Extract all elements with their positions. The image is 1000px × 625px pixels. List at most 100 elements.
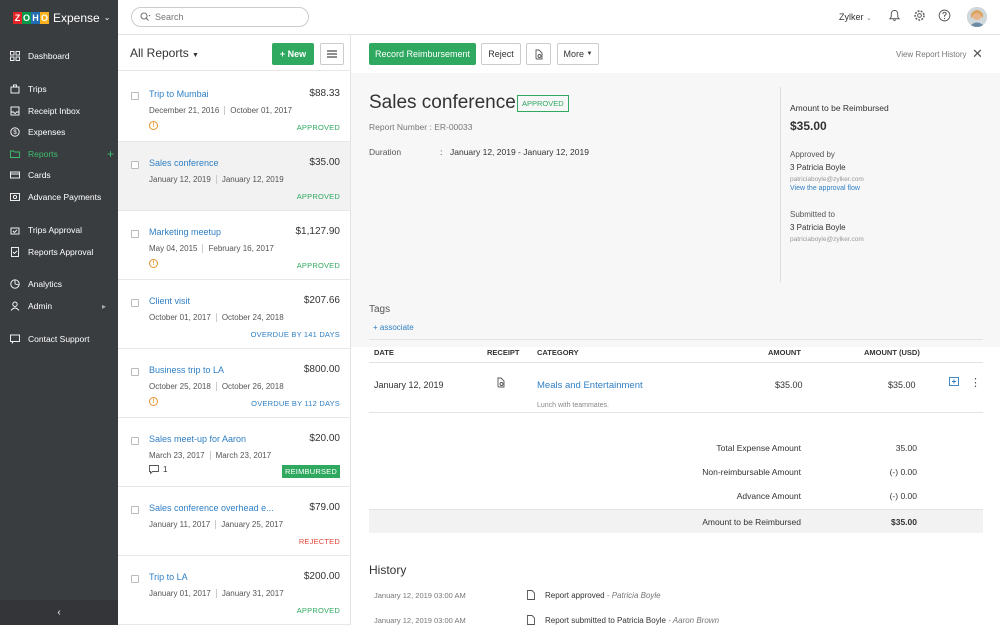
avatar[interactable] (967, 7, 987, 27)
select-checkbox[interactable] (131, 506, 139, 514)
expense-category-link[interactable]: Meals and Entertainment (537, 380, 643, 391)
status-badge: REJECTED (298, 537, 340, 546)
select-checkbox[interactable] (131, 92, 139, 100)
sidebar-item-expenses[interactable]: $ Expenses (0, 122, 118, 142)
search-input[interactable] (155, 12, 295, 22)
select-checkbox[interactable] (131, 437, 139, 445)
sidebar-item-advance-payments[interactable]: Advance Payments (0, 187, 118, 207)
list-header: All Reports ▼ (118, 35, 350, 71)
report-date-from: March 23, 2017 (149, 451, 205, 460)
list-item[interactable]: Sales meet-up for Aaron $20.00 March 23,… (118, 418, 350, 487)
expense-date: January 12, 2019 (374, 380, 444, 390)
list-view-selector[interactable]: All Reports ▼ (130, 46, 199, 60)
logo-letter: O (22, 11, 31, 24)
org-switcher[interactable]: Zylker ⌄ (839, 12, 872, 22)
reimbursement-amount: $35.00 (790, 119, 827, 133)
history-action: Report approved (545, 591, 605, 600)
receipt-icon[interactable] (496, 377, 506, 390)
sidebar-item-receipt-inbox[interactable]: Receipt Inbox (0, 101, 118, 121)
user-avatar-image (967, 7, 987, 27)
list-menu-button[interactable] (320, 43, 344, 65)
report-name[interactable]: Client visit (149, 296, 279, 306)
collapse-sidebar-button[interactable]: ‹ (0, 600, 118, 625)
list-item-selected[interactable]: Sales conference $35.00 January 12, 2019… (118, 142, 350, 211)
sidebar-item-contact-support[interactable]: Contact Support (0, 329, 118, 349)
history-actor: - Patricia Boyle (606, 591, 661, 600)
help-icon[interactable] (938, 9, 951, 22)
sidebar-item-analytics[interactable]: Analytics (0, 274, 118, 294)
list-item[interactable]: Sales conference overhead e... $79.00 Ja… (118, 487, 350, 556)
select-checkbox[interactable] (131, 575, 139, 583)
date-separator (202, 244, 204, 254)
sidebar-item-admin[interactable]: Admin ▸ (0, 296, 118, 316)
select-checkbox[interactable] (131, 368, 139, 376)
report-date-from: May 04, 2015 (149, 244, 198, 253)
chevron-right-icon: ▸ (101, 301, 106, 311)
close-icon[interactable]: ✕ (972, 46, 983, 62)
gear-icon[interactable] (913, 9, 926, 22)
report-name[interactable]: Sales meet-up for Aaron (149, 434, 279, 444)
select-checkbox[interactable] (131, 230, 139, 238)
associate-tags-link[interactable]: + associate (373, 323, 414, 332)
more-button[interactable]: More ▼ (557, 43, 599, 65)
add-report-icon[interactable]: + (107, 147, 114, 161)
report-dates: January 12, 2019 January 12, 2019 (149, 175, 284, 185)
report-name[interactable]: Trip to LA (149, 572, 279, 582)
view-report-history-link[interactable]: View Report History (896, 50, 967, 59)
record-reimbursement-button[interactable]: Record Reimbursement (369, 43, 476, 65)
sidebar-item-label: Dashboard (28, 51, 70, 61)
attach-receipt-button[interactable] (526, 43, 551, 65)
contact-support-icon (10, 334, 20, 344)
plus-icon: + (279, 49, 288, 59)
search-bar[interactable] (131, 7, 309, 27)
list-item[interactable]: Client visit $207.66 October 01, 2017 Oct… (118, 280, 350, 349)
report-amount: $207.66 (303, 295, 340, 306)
report-name[interactable]: Business trip to LA (149, 365, 279, 375)
view-approval-flow-link[interactable]: View the approval flow (790, 185, 860, 192)
page-title: Sales conference (369, 92, 516, 113)
sidebar-item-reports[interactable]: Reports + (0, 144, 118, 164)
list-item[interactable]: Trip to Mumbai $88.33 December 21, 2016 O… (118, 73, 350, 142)
comment-add-icon[interactable] (949, 377, 960, 390)
comments-indicator[interactable]: 1 (149, 465, 167, 474)
list-item[interactable]: Marketing meetup $1,127.90 May 04, 2015 F… (118, 211, 350, 280)
history-entry: January 12, 2019 03:00 AM Report submitt… (369, 613, 983, 625)
document-icon (527, 615, 535, 625)
sidebar-item-trips[interactable]: Trips (0, 79, 118, 99)
comment-count: 1 (163, 465, 168, 474)
table-row[interactable]: January 12, 2019 Meals and Entertainment… (369, 363, 983, 413)
total-value: (-) 0.00 (889, 491, 917, 501)
bell-icon[interactable] (888, 9, 901, 22)
select-checkbox[interactable] (131, 299, 139, 307)
new-report-button[interactable]: + New (272, 43, 314, 65)
duration-label: Duration (369, 147, 402, 157)
sidebar: Dashboard Trips Receipt Inbox $ Expenses… (0, 35, 118, 625)
non-reimbursable-row: Non-reimbursable Amount (-) 0.00 (369, 460, 983, 484)
warning-icon[interactable]: ! (149, 121, 158, 130)
sidebar-item-trips-approval[interactable]: Trips Approval (0, 220, 118, 240)
submitted-to-name: 3 Patricia Boyle (790, 223, 846, 232)
app-logo[interactable]: Z O H O Expense ⌄ (0, 0, 118, 35)
report-name[interactable]: Trip to Mumbai (149, 89, 279, 99)
list-item[interactable]: Trip to LA $200.00 January 01, 2017 Janua… (118, 556, 350, 625)
report-name[interactable]: Sales conference overhead e... (149, 503, 279, 513)
warning-icon[interactable]: ! (149, 259, 158, 268)
report-date-from: December 21, 2016 (149, 106, 220, 115)
report-date-from: January 11, 2017 (149, 520, 211, 529)
select-checkbox[interactable] (131, 161, 139, 169)
amount-to-reimburse-row: Amount to be Reimbursed $35.00 (369, 509, 983, 533)
report-name[interactable]: Marketing meetup (149, 227, 279, 237)
list-item[interactable]: Business trip to LA $800.00 October 25, … (118, 349, 350, 418)
warning-icon[interactable]: ! (149, 397, 158, 406)
summary-divider (780, 87, 781, 282)
sidebar-item-reports-approval[interactable]: Reports Approval (0, 242, 118, 262)
report-date-to: January 25, 2017 (221, 520, 284, 529)
caret-down-icon: ▼ (586, 51, 593, 57)
sidebar-item-cards[interactable]: Cards (0, 165, 118, 185)
reports-icon (10, 149, 20, 159)
approved-by-email: patriciaboyle@zylker.com (790, 176, 864, 183)
kebab-menu-icon[interactable]: ⋮ (970, 376, 981, 389)
report-name[interactable]: Sales conference (149, 158, 279, 168)
reject-button[interactable]: Reject (481, 43, 521, 65)
sidebar-item-dashboard[interactable]: Dashboard (0, 46, 118, 66)
